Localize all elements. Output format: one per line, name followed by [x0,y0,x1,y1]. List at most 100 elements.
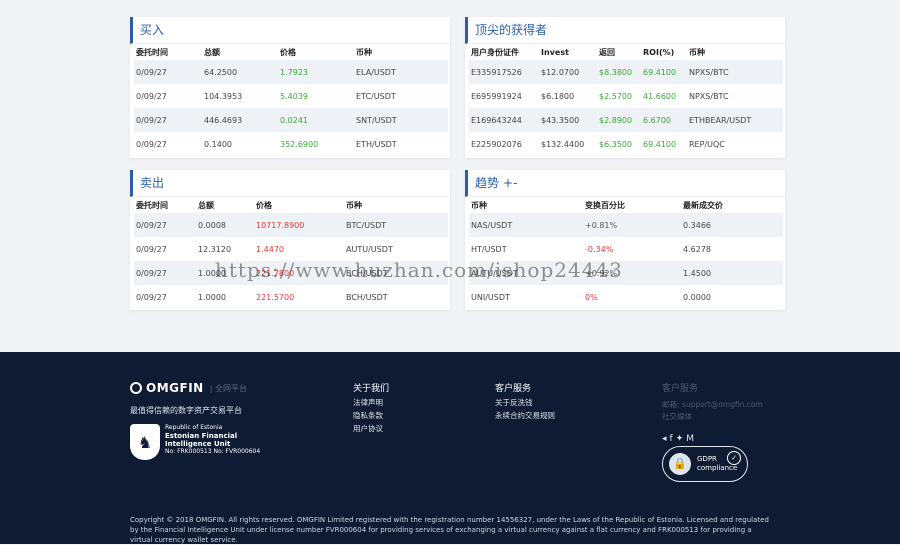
contact-heading: 客户服务 [662,384,699,394]
cell-total: 1.0000 [198,292,226,302]
cell-pair: UNI/USDT [471,292,510,302]
cell-time: 0/09/27 [134,60,202,84]
lock-icon: 🔒 [669,453,691,475]
lion-crest-icon: ♞ [130,424,160,460]
gdpr-line2: compliance [697,464,738,472]
col-header: 最新成交价 [683,200,723,210]
col-header: 币种 [471,200,487,210]
estonia-fiu-seal: ♞ Republic of Estonia Estonian Financial… [130,424,260,460]
cell-pair: NPXS/BTC [689,91,729,101]
cell-invest: $43.3500 [539,108,597,132]
buy-card: 买入 委托时间 总额 价格 币种 0/09/27 64.2500 1.7923 … [130,17,450,158]
cell-time: 0/09/27 [136,244,167,254]
cell-last-price: 4.6278 [683,244,711,254]
footer-link-legal[interactable]: 法律声明 [353,397,383,408]
gdpr-badge: 🔒 GDPR compliance ✓ [662,446,748,482]
cell-roi: 69.4100 [641,60,687,84]
cell-time: 0/09/27 [134,108,202,132]
buy-table: 委托时间 总额 价格 币种 0/09/27 64.2500 1.7923 ELA… [134,44,448,156]
cell-last-price: 0.3466 [681,213,783,237]
table-row[interactable]: UNI/USDT 0% 0.0000 [469,285,783,309]
contact-email[interactable]: 邮箱: support@omgfin.com [662,399,763,410]
omgfin-logo-icon [130,382,142,394]
trend-title-suffix: +- [503,176,518,190]
table-row[interactable]: 0/09/27 446.4693 0.0241 SNT/USDT [134,108,448,132]
seal-line2: Estonian Financial [165,432,238,440]
col-header: ROI(%) [643,47,675,57]
col-header: 价格 [256,200,272,210]
col-header: 总额 [198,200,214,210]
check-icon: ✓ [727,451,741,465]
cell-total: 104.3953 [204,91,243,101]
cell-invest: $132.4400 [541,139,585,149]
cell-pair: ETH/USDT [356,139,397,149]
footer-link-user-agreement[interactable]: 用户协议 [353,423,383,434]
cell-total: 446.4693 [202,108,278,132]
table-row[interactable]: E169643244 $43.3500 $2.8900 6.6700 ETHBE… [469,108,783,132]
cell-user-id: E695991924 [471,91,522,101]
cell-change: 0% [585,292,598,302]
buy-title: 买入 [130,17,450,44]
cell-time: 0/09/27 [136,292,167,302]
cell-pair: BCH/USDT [346,292,388,302]
twitter-icon[interactable]: ✦ [676,434,687,444]
telegram-icon[interactable]: ◂ [662,434,670,444]
seal-line3: Intelligence Unit [165,440,231,448]
cell-roi: 6.6700 [641,108,687,132]
cell-pair: BTC/USDT [344,213,448,237]
table-row[interactable]: E225902076 $132.4400 $6.3500 69.4100 REP… [469,132,783,156]
table-row[interactable]: 0/09/27 64.2500 1.7923 ELA/USDT [134,60,448,84]
watermark-text: https://www.huzhan.com/ishop24443 [215,258,623,282]
footer-link-aml[interactable]: 关于反洗钱 [495,397,533,408]
footer-link-contract-rules[interactable]: 永续合约交易规则 [495,410,555,421]
col-header: 币种 [346,200,362,210]
cell-time: 0/09/27 [136,139,167,149]
medium-icon[interactable]: M [686,434,697,444]
cell-pair: NPXS/BTC [687,60,783,84]
sell-title: 卖出 [130,170,450,197]
table-row[interactable]: E335917526 $12.0700 $8.3800 69.4100 NPXS… [469,60,783,84]
cell-total: 0.0008 [196,213,254,237]
cell-return: $6.3500 [599,139,633,149]
cell-time: 0/09/27 [134,261,196,285]
cell-price: 352.6900 [280,139,319,149]
cell-user-id: E225902076 [471,139,522,149]
col-header: 用户身份证件 [471,47,519,57]
cell-total: 64.2500 [202,60,278,84]
table-row[interactable]: 0/09/27 0.1400 352.6900 ETH/USDT [134,132,448,156]
table-row[interactable]: 0/09/27 0.0008 10717.8900 BTC/USDT [134,213,448,237]
table-row[interactable]: NAS/USDT +0.81% 0.3466 [469,213,783,237]
table-row[interactable]: E695991924 $6.1800 $2.5700 41.6600 NPXS/… [469,84,783,108]
col-header: 委托时间 [136,47,168,57]
sell-table: 委托时间 总额 价格 币种 0/09/27 0.0008 10717.8900 … [134,197,448,309]
footer-tagline: 最值得信赖的数字资产交易平台 [130,406,242,415]
seal-line4: No: FRK000513 No: FVR000604 [165,448,261,455]
cell-invest: $12.0700 [539,60,597,84]
cell-price: 0.0241 [278,108,354,132]
seal-line1: Republic of Estonia [165,424,223,431]
table-row[interactable]: 0/09/27 104.3953 5.4039 ETC/USDT [134,84,448,108]
sell-card: 卖出 委托时间 总额 价格 币种 0/09/27 0.0008 10717.89… [130,170,450,310]
col-header: Invest [541,47,569,57]
footer-link-privacy[interactable]: 隐私条款 [353,410,383,421]
top-winners-table: 用户身份证件 Invest 返回 ROI(%) 币种 E335917526 $1… [469,44,783,156]
cell-pair: ETHBEAR/USDT [687,108,783,132]
col-header: 返回 [599,47,615,57]
logo-suffix: | 全网平台 [209,383,247,393]
footer: OMGFIN | 全网平台 最值得信赖的数字资产交易平台 ♞ Republic … [0,352,900,544]
cell-price: 5.4039 [280,91,308,101]
table-row[interactable]: 0/09/27 1.0000 221.5700 BCH/USDT [134,285,448,309]
logo-text: OMGFIN [146,381,204,395]
cell-return: $8.3800 [597,60,641,84]
cell-total: 0.1400 [204,139,232,149]
cell-pair: SNT/USDT [354,108,448,132]
cell-pair: ELA/USDT [354,60,448,84]
cell-pair: ETC/USDT [356,91,396,101]
footer-logo[interactable]: OMGFIN | 全网平台 [130,381,247,395]
col-header: 变换百分比 [585,200,625,210]
cell-user-id: E169643244 [469,108,539,132]
trend-title-text: 趋势 [475,176,500,190]
trend-table: 币种 变换百分比 最新成交价 NAS/USDT +0.81% 0.3466 HT… [469,197,783,309]
social-icons: ◂f✦M [662,434,697,444]
cell-invest: $6.1800 [541,91,575,101]
